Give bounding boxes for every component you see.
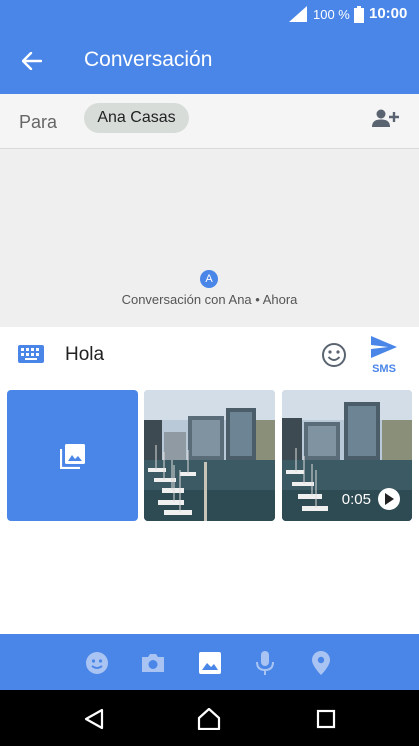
- video-thumbnail[interactable]: 0:05: [282, 390, 412, 521]
- location-button[interactable]: [308, 650, 334, 676]
- system-nav-bar: [0, 690, 419, 746]
- battery-icon: [354, 6, 364, 23]
- clock: 10:00: [369, 5, 408, 22]
- mic-icon: [256, 651, 274, 675]
- back-icon: [84, 708, 104, 730]
- signal-icon: [289, 6, 307, 22]
- sticker-icon: [86, 652, 108, 674]
- conversation-info: Conversación con Ana • Ahora: [121, 292, 298, 307]
- recipient-label: Para: [19, 112, 58, 132]
- add-person-icon: [372, 109, 399, 127]
- nav-home-button[interactable]: [196, 706, 222, 732]
- gallery-tile[interactable]: [7, 390, 138, 521]
- recipient-row: Para Ana Casas: [0, 94, 419, 149]
- back-button[interactable]: [16, 46, 48, 76]
- nav-recents-button[interactable]: [313, 706, 339, 732]
- mic-button[interactable]: [252, 650, 278, 676]
- media-picker: 0:05: [0, 390, 419, 521]
- app-bar: Conversación: [0, 28, 419, 94]
- arrow-back-icon: [22, 52, 42, 70]
- recipient-chip[interactable]: Ana Casas: [84, 103, 189, 133]
- play-button[interactable]: [378, 488, 400, 510]
- status-bar: 100 % 10:00: [0, 0, 419, 28]
- camera-button[interactable]: [140, 650, 166, 676]
- emoji-button[interactable]: [321, 342, 347, 373]
- attachment-bar: [0, 634, 419, 690]
- home-icon: [197, 708, 221, 730]
- video-duration: 0:05: [341, 491, 371, 508]
- harbor-photo: [144, 390, 275, 521]
- battery-percentage: 100 %: [313, 7, 350, 22]
- keyboard-button[interactable]: [18, 345, 44, 368]
- send-icon: [371, 336, 397, 358]
- gallery-icon: [59, 443, 85, 469]
- compose-row: Hola SMS: [0, 327, 419, 383]
- location-icon: [312, 651, 330, 675]
- conversation-area: A Conversación con Ana • Ahora: [0, 149, 419, 327]
- send-type-label: SMS: [372, 363, 396, 375]
- avatar: A: [200, 270, 218, 288]
- photo-thumbnail[interactable]: [144, 390, 275, 521]
- image-button[interactable]: [197, 650, 223, 676]
- keyboard-icon: [18, 345, 44, 363]
- page-title: Conversación: [84, 48, 213, 71]
- image-icon: [199, 652, 221, 674]
- recents-icon: [316, 709, 336, 729]
- add-person-button[interactable]: [370, 108, 400, 133]
- sticker-button[interactable]: [84, 650, 110, 676]
- message-input[interactable]: Hola: [65, 344, 104, 366]
- camera-icon: [142, 654, 164, 672]
- nav-back-button[interactable]: [81, 706, 107, 732]
- emoji-icon: [322, 343, 346, 367]
- send-button[interactable]: SMS: [366, 336, 402, 376]
- play-icon: [385, 493, 394, 505]
